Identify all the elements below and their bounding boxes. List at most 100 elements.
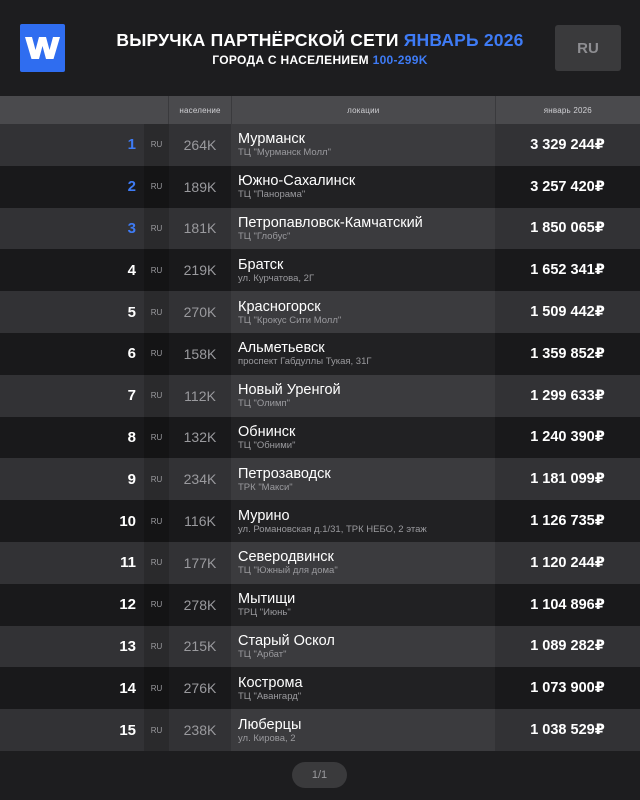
revenue-cell: 1 073 900₽ [530,680,605,697]
city-name: Петрозаводск [238,465,331,482]
city-name: Новый Уренгой [238,382,341,399]
venue-address: ТЦ "Глобус" [238,230,291,242]
rank-cell: 8 [127,428,136,446]
population-cell: 177K [183,554,217,571]
country-code-cell: RU [144,709,169,751]
rank-cell: 7 [127,387,136,405]
location-cell: Мурманск ТЦ "Мурманск Молл" [231,124,495,166]
locations-column-header: локации [230,96,495,124]
revenue-cell: 1 038 529₽ [530,722,605,739]
country-code-cell: RU [144,500,169,542]
rank-cell: 2 [127,178,136,196]
venue-address: ТЦ "Олимп" [238,398,291,410]
city-name: Мурино [238,507,290,524]
country-code-cell: RU [144,667,169,710]
rank-cell: 3 [127,219,136,237]
revenue-cell: 1 509 442₽ [530,304,605,321]
revenue-table: население локации январь 2026 1 RU 264K Мур… [0,96,640,751]
population-cell: 132K [183,429,217,446]
table-row: 5 RU 270K Красногорск ТЦ "Крокус Сити Молл" 1… [0,291,640,333]
location-cell: Кострома ТЦ "Авангард" [231,667,495,710]
population-cell: 264K [183,136,217,153]
subtitle-accent: 100-299K [372,53,428,67]
rank-cell: 4 [127,261,136,279]
location-cell: Южно-Сахалинск ТЦ "Панорама" [231,165,495,208]
city-name: Альметьевск [238,340,325,357]
population-cell: 278K [183,596,217,613]
revenue-cell: 1 240 390₽ [530,429,605,446]
rank-column-header [0,96,143,124]
table-row: 2 RU 189K Южно-Сахалинск ТЦ "Панорама" 3 257 … [0,165,640,208]
venue-address: ТЦ "Авангард" [238,690,302,702]
rank-cell: 15 [119,721,136,739]
page-title: ВЫРУЧКА ПАРТНЁРСКОЙ СЕТИ ЯНВАРЬ 2026 [80,30,560,51]
venue-address: ул. Кирова, 2 [238,732,296,744]
revenue-cell: 1 850 065₽ [530,220,605,237]
venue-address: ТРК "Макси" [238,481,293,493]
revenue-cell: 1 359 852₽ [530,345,605,362]
table-row: 3 RU 181K Петропавловск-Камчатский ТЦ "Глобу… [0,207,640,250]
revenue-cell: 1 299 633₽ [530,387,605,404]
population-cell: 234K [183,471,217,488]
city-name: Обнинск [238,423,296,440]
revenue-cell: 1 652 341₽ [530,262,605,279]
language-button[interactable]: RU [555,25,621,71]
location-cell: Петрозаводск ТРК "Макси" [231,458,495,501]
venue-address: ул. Романовская д.1/31, ТРК НЕБО, 2 этаж [238,523,427,535]
rank-cell: 14 [119,679,136,697]
country-code-cell: RU [144,249,169,292]
title-accent: ЯНВАРЬ 2026 [403,30,524,50]
location-cell: Северодвинск ТЦ "Южный для дома" [231,541,495,584]
population-cell: 270K [183,304,217,321]
revenue-cell: 3 329 244₽ [530,136,605,153]
rank-cell: 13 [119,637,136,655]
table-row: 13 RU 215K Старый Оскол ТЦ "Арбат" 1 089 282₽ [0,625,640,668]
location-cell: Альметьевск проспект Габдуллы Тукая, 31Г [231,332,495,375]
venue-address: ул. Курчатова, 2Г [238,272,315,284]
rank-cell: 10 [119,512,136,530]
table-row: 14 RU 276K Кострома ТЦ "Авангард" 1 073 900₽ [0,667,640,710]
venue-address: ТЦ "Крокус Сити Молл" [238,314,342,326]
location-cell: Мурино ул. Романовская д.1/31, ТРК НЕБО, … [231,500,495,542]
country-code-cell: RU [144,541,169,584]
table-body: 1 RU 264K Мурманск ТЦ "Мурманск Молл" 3 329 2… [0,124,640,751]
city-name: Петропавловск-Камчатский [238,214,423,231]
location-cell: Новый Уренгой ТЦ "Олимп" [231,374,495,417]
city-name: Мытищи [238,591,296,608]
revenue-cell: 1 120 244₽ [530,554,605,571]
population-cell: 158K [183,345,217,362]
location-cell: Обнинск ТЦ "Обними" [231,416,495,459]
header: ВЫРУЧКА ПАРТНЁРСКОЙ СЕТИ ЯНВАРЬ 2026 ГОР… [0,0,640,96]
rank-cell: 6 [127,345,136,363]
revenue-column-header: январь 2026 [494,96,640,124]
location-cell: Старый Оскол ТЦ "Арбат" [231,625,495,668]
brand-logo [20,24,65,72]
table-row: 11 RU 177K Северодвинск ТЦ "Южный для дома" 1… [0,541,640,584]
venue-address: ТРЦ "Июнь" [238,607,291,619]
table-row: 6 RU 158K Альметьевск проспект Габдуллы Тука… [0,332,640,375]
page-subtitle: ГОРОДА С НАСЕЛЕНИЕМ 100-299K [80,53,560,67]
city-name: Старый Оскол [238,632,335,649]
rank-cell: 5 [127,303,136,321]
page-indicator[interactable]: 1/1 [292,762,347,788]
revenue-cell: 1 181 099₽ [530,471,605,488]
country-code-cell: RU [144,207,169,250]
revenue-cell: 1 126 735₽ [530,513,605,530]
country-code-cell: RU [144,625,169,668]
revenue-cell: 1 104 896₽ [530,596,605,613]
population-cell: 276K [183,680,217,697]
table-header: население локации январь 2026 [0,96,640,124]
country-code-cell: RU [144,374,169,417]
table-row: 9 RU 234K Петрозаводск ТРК "Макси" 1 181 099₽ [0,458,640,501]
country-code-cell: RU [144,332,169,375]
city-name: Северодвинск [238,549,334,566]
venue-address: ТЦ "Арбат" [238,648,287,660]
venue-address: ТЦ "Панорама" [238,189,306,201]
population-cell: 238K [183,722,217,739]
table-row: 8 RU 132K Обнинск ТЦ "Обними" 1 240 390₽ [0,416,640,459]
city-name: Мурманск [238,131,306,148]
rank-cell: 11 [120,554,136,572]
table-row: 4 RU 219K Братск ул. Курчатова, 2Г 1 652 341₽ [0,249,640,292]
revenue-cell: 3 257 420₽ [530,178,605,195]
population-column-header: население [168,96,231,124]
